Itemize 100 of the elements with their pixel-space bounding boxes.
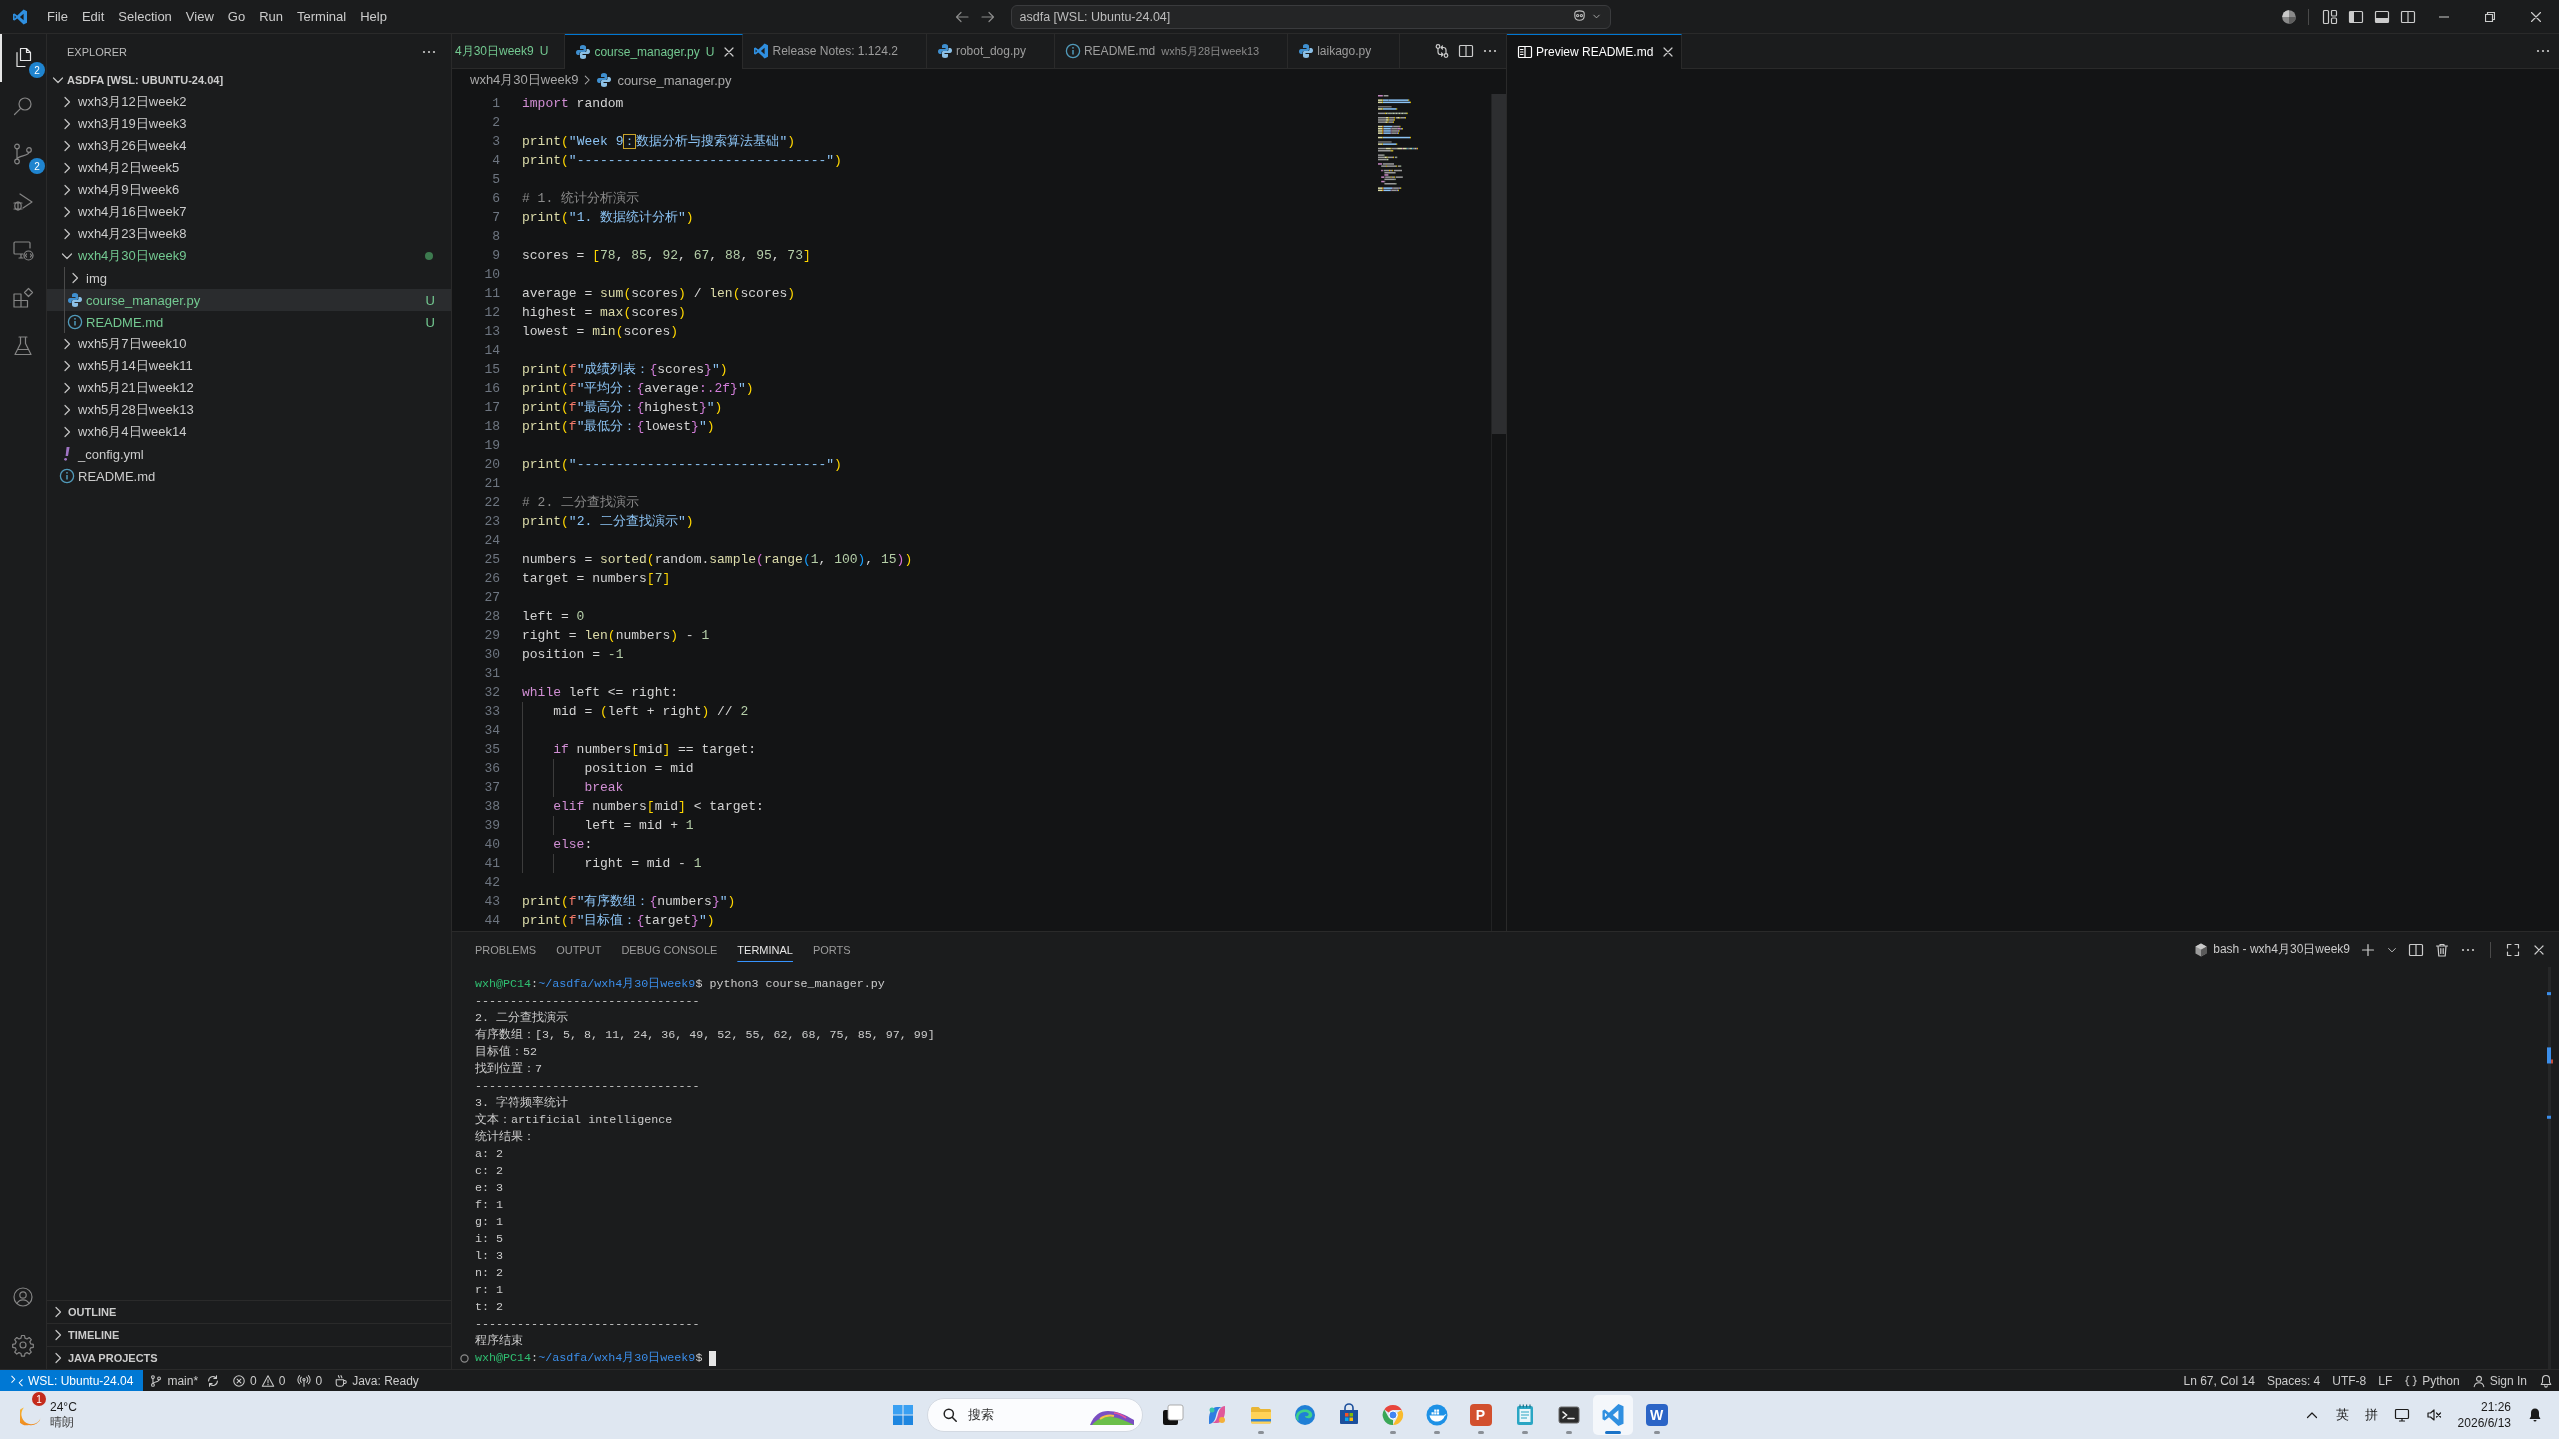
clock-time[interactable]: 21:26 [2480, 1399, 2511, 1415]
expand-corners-icon[interactable] [2505, 941, 2521, 958]
clock-date[interactable]: 2026/6/13 [2457, 1415, 2511, 1431]
menu-item[interactable]: File [40, 4, 75, 29]
scrollbar-thumb[interactable] [1492, 94, 1506, 434]
code-line: position = -1 [522, 646, 624, 664]
line-number: 27 [483, 589, 500, 607]
search-icon[interactable] [11, 94, 35, 118]
tree-item[interactable]: wxh5月7日week10 [47, 333, 451, 355]
editor-tab[interactable]: Release Notes: 1.124.2 [743, 34, 927, 68]
language-mode[interactable]: Python [2398, 1370, 2466, 1391]
tree-item[interactable]: wxh4月30日week9 [47, 245, 451, 267]
ports-indicator[interactable]: 0 [291, 1370, 329, 1391]
taskbar-app-button[interactable]: P [1460, 1395, 1501, 1435]
menu-item[interactable]: Run [252, 4, 290, 29]
editor-tab[interactable]: laikago.py [1288, 34, 1401, 68]
editor-tab[interactable]: Preview README.md [1507, 34, 1683, 69]
tree-item[interactable]: wxh4月2日week5 [47, 157, 451, 179]
flask-icon[interactable] [11, 334, 35, 358]
tree-item[interactable]: wxh5月21日week12 [47, 377, 451, 399]
menu-item[interactable]: Terminal [290, 4, 354, 29]
sign-in-button[interactable]: Sign In [2465, 1370, 2533, 1391]
code-line: target = numbers[7] [522, 570, 671, 588]
split-icon[interactable] [2408, 941, 2424, 958]
panel-tab[interactable]: OUTPUT [546, 943, 612, 956]
compare-icon[interactable] [1434, 43, 1450, 59]
taskbar-app-button[interactable]: W [1636, 1395, 1677, 1435]
input-mode[interactable]: 拼 [2364, 1406, 2378, 1424]
plus-icon[interactable] [2360, 941, 2376, 958]
panel-tab[interactable]: PROBLEMS [465, 943, 547, 956]
section-header[interactable]: TIMELINE [47, 1323, 451, 1346]
count-badge: 2 [29, 62, 45, 78]
section-header[interactable]: OUTLINE [47, 1300, 451, 1323]
menu-item[interactable]: Go [220, 4, 253, 29]
tree-item[interactable]: wxh4月23日week8 [47, 223, 451, 245]
tree-item[interactable]: wxh3月19日week3 [47, 113, 451, 135]
editor-tab[interactable]: course_manager.py U [565, 34, 744, 69]
line-number: 41 [483, 855, 500, 873]
speaker-muted-icon[interactable] [2425, 1407, 2442, 1423]
robot-face-icon[interactable] [1571, 9, 1587, 24]
command-center[interactable]: asdfa [WSL: Ubuntu-24.04] [1010, 4, 1611, 29]
tree-item[interactable]: wxh3月26日week4 [47, 135, 451, 157]
tree-item[interactable]: course_manager.py U [47, 289, 451, 311]
branch-indicator[interactable]: main* [143, 1370, 227, 1391]
input-language[interactable]: 英 [2335, 1406, 2349, 1424]
workspace-header[interactable]: ASDFA [WSL: UBUNTU-24.04] [47, 69, 451, 91]
tree-item[interactable]: wxh5月14日week11 [47, 355, 451, 377]
monitor-icon[interactable] [2393, 1407, 2410, 1423]
scrollbar[interactable] [2545, 967, 2553, 1369]
extensions-icon[interactable] [11, 286, 35, 310]
problems-indicator[interactable]: 0 0 [226, 1370, 292, 1391]
code-line: print("--------------------------------") [522, 152, 842, 170]
panel-tab[interactable]: PORTS [802, 943, 861, 956]
editor-tab[interactable]: robot_dog.py [926, 34, 1055, 68]
line-number: 40 [483, 836, 500, 854]
layout-icon[interactable] [2322, 8, 2338, 25]
menu-item[interactable]: Help [353, 4, 394, 29]
sidebar-toggle-icon[interactable] [2348, 8, 2364, 25]
search-field[interactable]: 搜索 [926, 1398, 1143, 1432]
line-number: 32 [483, 684, 500, 702]
account-icon[interactable] [11, 1285, 35, 1309]
branch-icon[interactable] [11, 142, 35, 166]
menu-item[interactable]: Edit [74, 4, 112, 29]
remote-indicator[interactable]: WSL: Ubuntu-24.04 [0, 1370, 144, 1391]
menu-item[interactable]: View [178, 4, 221, 29]
settings-icon[interactable] [11, 1333, 35, 1357]
terminal-selector[interactable]: bash - wxh4月30日week9 [2193, 941, 2350, 958]
breadcrumb-item[interactable]: wxh4月30日week9 [470, 71, 579, 89]
four-squares-icon[interactable] [890, 1403, 915, 1427]
panel-tab[interactable]: TERMINAL [727, 943, 803, 956]
remote-monitor-icon[interactable] [11, 238, 35, 262]
tree-item[interactable]: wxh4月16日week7 [47, 201, 451, 223]
tree-item[interactable]: wxh4月9日week6 [47, 179, 451, 201]
status-item[interactable]: Spaces: 4 [2260, 1370, 2327, 1391]
status-item[interactable]: LF [2372, 1370, 2399, 1391]
secondary-sidebar-icon[interactable] [2400, 8, 2416, 25]
status-item[interactable]: UTF-8 [2326, 1370, 2373, 1391]
tree-item[interactable]: README.md [47, 465, 451, 487]
line-number: 4 [491, 152, 500, 170]
panel-tab[interactable]: DEBUG CONSOLE [611, 943, 728, 956]
editor-tab[interactable]: README.md wxh5月28日week13 [1054, 34, 1289, 68]
bell-icon[interactable] [2539, 1373, 2553, 1388]
menu-item[interactable]: Selection [111, 4, 179, 29]
sync-icon[interactable] [206, 1373, 221, 1388]
python-file-icon [596, 72, 613, 88]
panel-toggle-icon[interactable] [2374, 8, 2390, 25]
close-icon[interactable] [2531, 11, 2541, 22]
java-status[interactable]: Java: Ready [328, 1370, 425, 1391]
restore-icon[interactable] [2485, 11, 2495, 22]
ring-icon[interactable] [460, 1354, 469, 1363]
breadcrumb-item[interactable]: course_manager.py [596, 72, 732, 88]
split-editor-icon[interactable] [1458, 43, 1474, 59]
status-item[interactable]: Ln 67, Col 14 [2177, 1370, 2261, 1391]
tree-item[interactable]: wxh6月4日week14 [47, 421, 451, 443]
tree-item[interactable]: wxh3月12日week2 [47, 91, 451, 113]
trash-icon[interactable] [2434, 941, 2450, 958]
sphere-icon[interactable] [2281, 8, 2297, 25]
tree-item[interactable]: _config.yml [47, 443, 451, 465]
tree-item[interactable]: wxh5月28日week13 [47, 399, 451, 421]
bell-icon[interactable] [2527, 1407, 2543, 1423]
